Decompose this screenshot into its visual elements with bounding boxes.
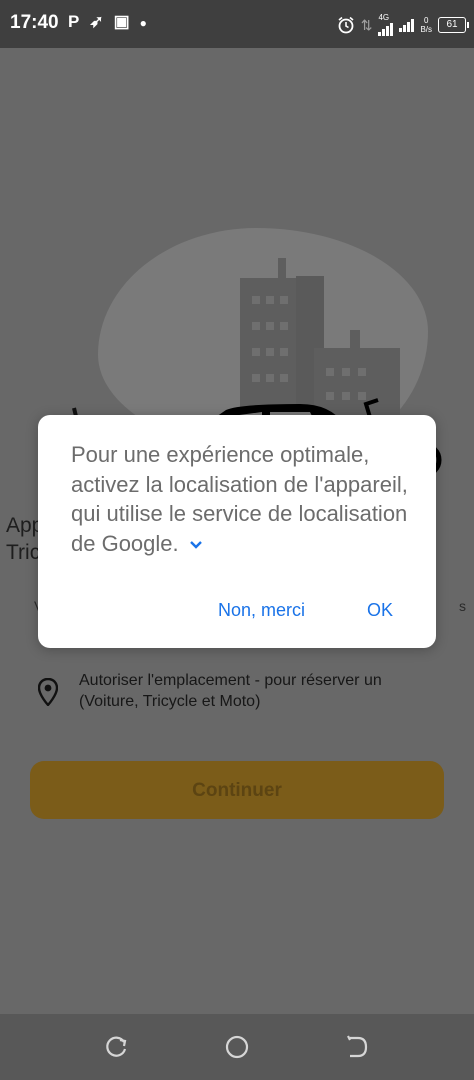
location-dialog: Pour une expérience optimale, activez la… <box>38 415 436 648</box>
data-arrows-icon: ⇅ <box>360 16 373 33</box>
dialog-message-text: Pour une expérience optimale, activez la… <box>71 442 408 556</box>
dialog-message: Pour une expérience optimale, activez la… <box>71 440 411 558</box>
status-right: ⇅ 4G 0 B/s 61 <box>337 13 469 36</box>
net-speed-unit: B/s <box>420 25 432 34</box>
chevron-down-icon[interactable] <box>189 540 203 550</box>
signal-icon <box>378 22 394 36</box>
net-speed-value: 0 <box>423 16 429 25</box>
subtitle-partial-right: s <box>459 598 466 614</box>
home-icon[interactable] <box>224 1034 250 1060</box>
back-icon[interactable] <box>344 1034 370 1060</box>
ok-button[interactable]: OK <box>367 600 393 621</box>
alarm-icon <box>338 16 354 34</box>
dot-icon: ● <box>139 16 157 30</box>
nfc-icon: ▣ <box>113 12 140 31</box>
bird-icon: ➶ <box>89 12 114 31</box>
status-time: 17:40 <box>10 12 59 33</box>
decline-button[interactable]: Non, merci <box>218 600 305 621</box>
status-bar: 17:40 P➶▣● ⇅ 4G 0 B/s 61 <box>0 0 474 48</box>
net-speed: 0 B/s <box>420 16 432 34</box>
recent-apps-icon[interactable] <box>104 1034 130 1060</box>
location-permission-text: Autoriser l'emplacement - pour réserver … <box>79 672 382 710</box>
parking-icon: P <box>68 12 90 31</box>
navigation-bar <box>0 1014 474 1080</box>
network-indicator: 4G <box>378 13 394 36</box>
continue-button[interactable]: Continuer <box>30 761 444 819</box>
notification-icons: P➶▣● <box>68 12 157 32</box>
signal-icon-2 <box>399 18 415 32</box>
battery-icon: 61 <box>438 17 469 33</box>
network-label: 4G <box>378 13 390 22</box>
location-pin-icon <box>38 678 58 706</box>
dialog-actions: Non, merci OK <box>38 600 436 630</box>
